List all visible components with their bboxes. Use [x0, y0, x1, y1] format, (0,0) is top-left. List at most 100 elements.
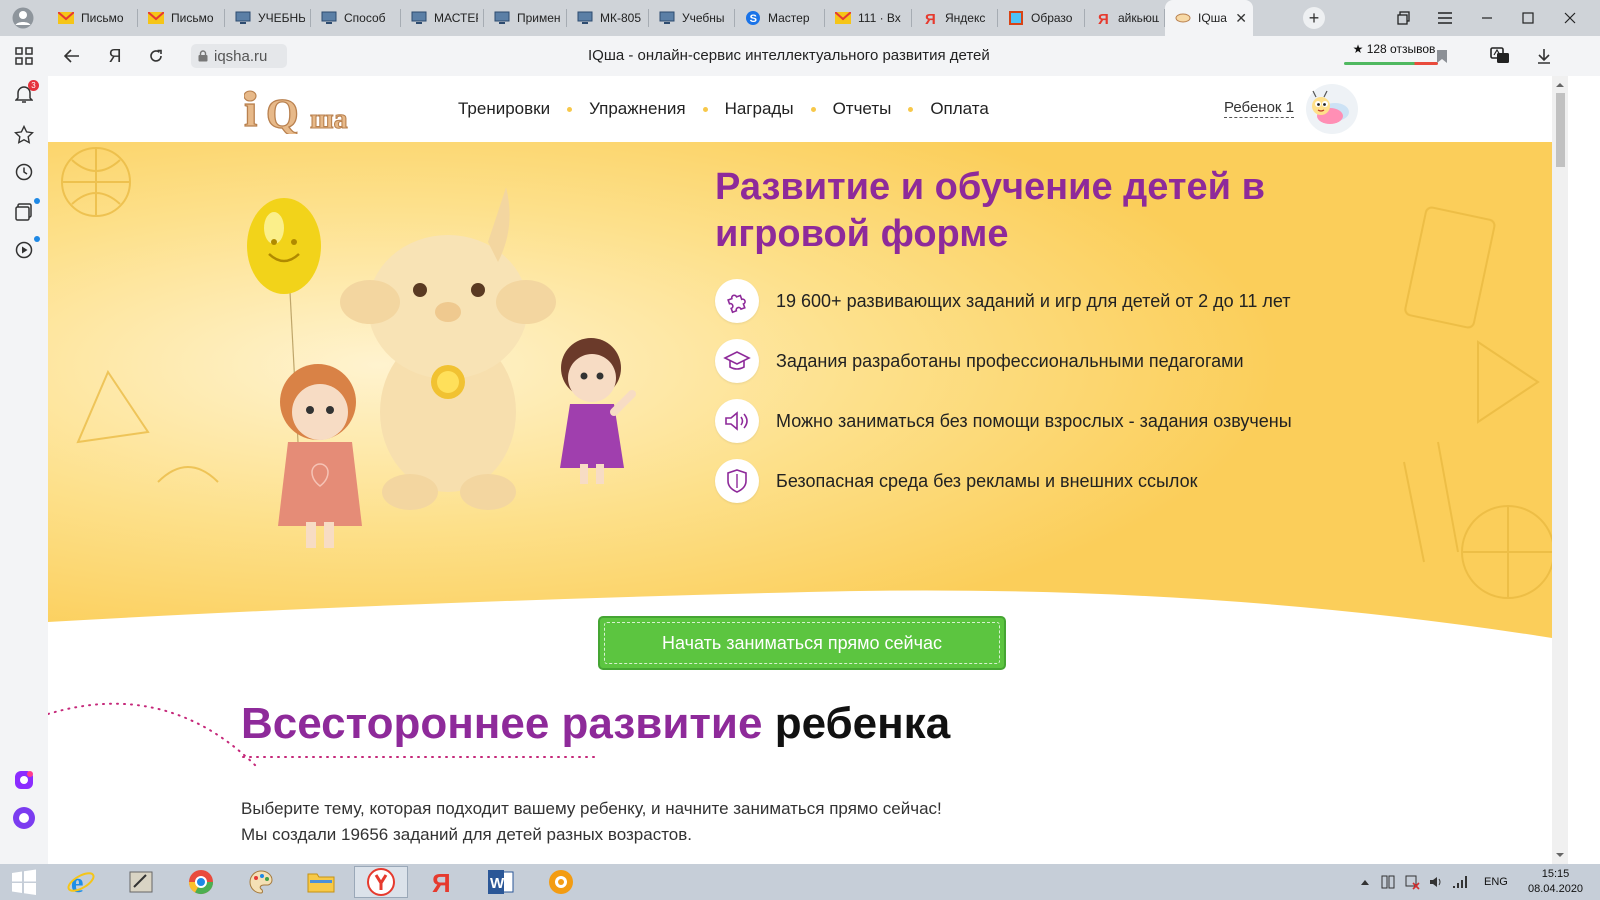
monitor-icon	[494, 10, 510, 26]
back-button[interactable]	[62, 46, 82, 66]
browser-tab[interactable]: Учебны	[649, 0, 735, 36]
chrome-like-icon[interactable]	[174, 866, 228, 898]
child-avatar[interactable]	[1306, 84, 1358, 134]
language-indicator[interactable]: ENG	[1484, 876, 1508, 888]
palette-app-icon[interactable]	[234, 866, 288, 898]
browser-tab[interactable]: IQша ✕	[1165, 0, 1253, 36]
nav-exercises[interactable]: Упражнения	[589, 99, 685, 119]
paint-app-icon[interactable]	[114, 866, 168, 898]
system-clock[interactable]: 15:15 08.04.2020	[1528, 867, 1583, 897]
mail-icon	[58, 10, 74, 26]
tab-label: Письмо	[81, 11, 124, 25]
page-scrollbar[interactable]	[1552, 76, 1568, 864]
nav-trainings[interactable]: Тренировки	[458, 99, 550, 119]
browser-tab[interactable]: Письмо	[138, 0, 225, 36]
browser-tab[interactable]: МАСТЕР	[401, 0, 484, 36]
tab-label: УЧЕБНЫ	[258, 11, 305, 25]
tray-overflow-icon[interactable]	[1360, 878, 1370, 886]
nav-separator-dot	[702, 106, 708, 112]
start-now-button[interactable]: Начать заниматься прямо сейчас	[598, 616, 1006, 670]
yandex-taskbar-icon[interactable]: Я	[414, 866, 468, 898]
alice-assistant-icon[interactable]	[12, 806, 36, 830]
browser-tab[interactable]: Примен	[484, 0, 567, 36]
feature-item: Можно заниматься без помощи взрослых - з…	[715, 398, 1475, 444]
downloads-icon[interactable]	[1534, 46, 1554, 66]
yandex-home-button[interactable]: Я	[105, 46, 125, 66]
monitor-icon	[235, 10, 251, 26]
browser-tab[interactable]: 111 · Вх	[825, 0, 912, 36]
address-bar: Я iqsha.ru IQша - онлайн-сервис интеллек…	[48, 36, 1600, 76]
section-title-highlight: Всестороннее развитие	[241, 699, 763, 748]
notifications-icon[interactable]: 3	[12, 80, 39, 106]
yandex-icon: Я	[1095, 10, 1111, 26]
maximize-button[interactable]	[1518, 8, 1538, 28]
file-explorer-icon[interactable]	[294, 866, 348, 898]
close-window-button[interactable]	[1560, 8, 1580, 28]
page-title: IQша - онлайн-сервис интеллектуального р…	[588, 47, 990, 64]
browser-tab[interactable]: МК-805	[567, 0, 649, 36]
scroll-up-arrow-icon[interactable]	[1552, 78, 1568, 92]
nav-reports[interactable]: Отчеты	[833, 99, 892, 119]
browser-tab-bar: Письмо Письмо УЧЕБНЫ Способ МАСТЕР Примен МК-8…	[0, 0, 1600, 36]
nav-rewards[interactable]: Награды	[725, 99, 794, 119]
zen-feed-icon[interactable]	[12, 198, 40, 224]
new-items-dot	[34, 236, 40, 242]
scroll-down-arrow-icon[interactable]	[1552, 848, 1568, 862]
feature-item: Безопасная среда без рекламы и внешних с…	[715, 458, 1475, 504]
new-items-dot	[34, 198, 40, 204]
browser-tab[interactable]: Образо	[998, 0, 1085, 36]
browser-tab[interactable]: УЧЕБНЫ	[225, 0, 311, 36]
svg-text:Я: Я	[432, 868, 451, 896]
tab-label: Мастер	[768, 11, 810, 25]
close-tab-icon[interactable]: ✕	[1235, 10, 1247, 27]
browser-tab[interactable]: Способ	[311, 0, 401, 36]
profile-icon[interactable]	[8, 6, 38, 30]
svg-text:e: e	[71, 868, 83, 897]
url-field[interactable]: iqsha.ru	[191, 44, 287, 68]
feature-text: 19 600+ развивающих заданий и игр для де…	[776, 290, 1291, 311]
child-profile-link[interactable]: Ребенок 1	[1224, 99, 1294, 118]
messenger-icon[interactable]	[12, 768, 36, 792]
history-clock-icon[interactable]	[12, 160, 36, 184]
nav-separator-dot	[567, 106, 573, 112]
apps-grid-icon[interactable]	[12, 44, 36, 68]
new-tab-button[interactable]: +	[1303, 7, 1325, 29]
browser-tab[interactable]: Я Яндекс	[912, 0, 998, 36]
volume-icon[interactable]	[1428, 874, 1444, 890]
browser-tab[interactable]: S Мастер	[735, 0, 825, 36]
browser-sidebar: 3	[0, 36, 48, 864]
scrollbar-thumb[interactable]	[1556, 93, 1565, 167]
video-play-icon[interactable]	[12, 236, 40, 262]
tab-label: Образо	[1031, 11, 1073, 25]
network-error-icon[interactable]	[1404, 874, 1420, 890]
windows-start-icon[interactable]	[0, 866, 48, 898]
collections-icon[interactable]	[1394, 8, 1414, 28]
clock-time: 15:15	[1541, 868, 1570, 880]
graduation-cap-icon	[715, 339, 759, 383]
bookmark-icon[interactable]	[1432, 46, 1452, 66]
signal-icon[interactable]	[1452, 875, 1468, 889]
feature-item: Задания разработаны профессиональными пе…	[715, 338, 1475, 384]
lock-icon	[198, 50, 208, 62]
network-device-icon[interactable]	[1380, 874, 1396, 890]
reviews-rating-bar	[1344, 62, 1438, 65]
iqsha-logo[interactable]: i Q ша	[244, 86, 392, 134]
windows-taskbar: e Я W ENG 15:15 08.04.2020	[0, 864, 1600, 900]
yandex-browser-taskbar-icon[interactable]	[354, 866, 408, 898]
browser-tab[interactable]: Яайкьюш	[1085, 0, 1165, 36]
minimize-button[interactable]	[1477, 8, 1497, 28]
nav-payment[interactable]: Оплата	[930, 99, 988, 119]
feature-text: Задания разработаны профессиональными пе…	[776, 350, 1244, 371]
section-title-rest: ребенка	[774, 699, 951, 748]
reload-button[interactable]	[146, 46, 166, 66]
browser-tab[interactable]: Письмо	[48, 0, 138, 36]
monitor-icon	[411, 10, 427, 26]
word-icon[interactable]: W	[474, 866, 528, 898]
favorites-star-icon[interactable]	[12, 122, 36, 146]
translate-icon[interactable]	[1490, 46, 1510, 66]
menu-icon[interactable]	[1435, 8, 1455, 28]
settings-gear-app-icon[interactable]	[534, 866, 588, 898]
monitor-icon	[577, 10, 593, 26]
hero-section: Развитие и обучение детей в игровой форм…	[48, 142, 1552, 670]
internet-explorer-icon[interactable]: e	[54, 866, 108, 898]
